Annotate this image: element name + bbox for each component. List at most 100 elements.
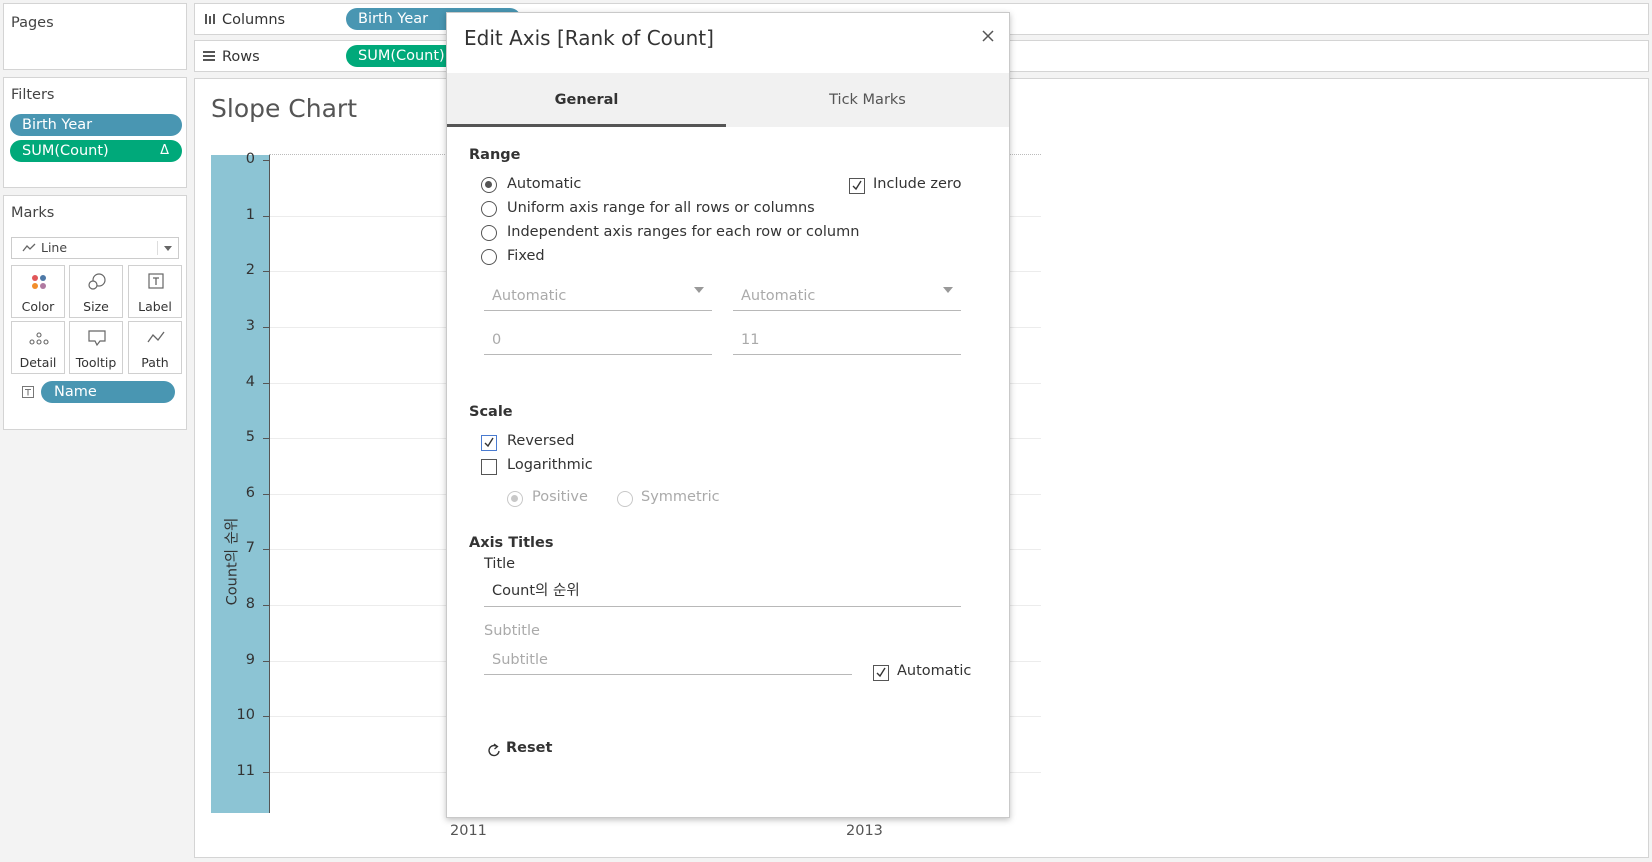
tab-general[interactable]: General [447, 73, 726, 127]
y-tick-mark [263, 493, 269, 495]
symmetric-label: Symmetric [641, 489, 720, 505]
positive-label: Positive [532, 489, 588, 505]
include-zero-label: Include zero [873, 176, 962, 192]
columns-label: Columns [222, 12, 286, 28]
pages-panel: Pages [3, 3, 187, 70]
dialog-title: Edit Axis [Rank of Count] [464, 26, 714, 50]
filter-pill-birth-year[interactable]: Birth Year [10, 114, 182, 136]
reversed-label: Reversed [507, 433, 575, 449]
marks-label-button[interactable]: Label [128, 265, 182, 318]
range-fixed-radio[interactable] [481, 249, 497, 265]
filters-title: Filters [11, 87, 55, 103]
subtitle-automatic-label: Automatic [897, 663, 972, 679]
marks-detail-button[interactable]: Detail [11, 321, 65, 374]
y-tick-label: 2 [245, 262, 255, 279]
filters-panel: Filters Birth Year SUM(Count) Δ [3, 77, 187, 188]
axis-titles-heading: Axis Titles [469, 535, 554, 551]
title-input-value: Count의 순위 [492, 583, 580, 599]
marks-detail-label: Detail [19, 355, 57, 370]
title-field-label: Title [484, 556, 516, 572]
subtitle-field-label: Subtitle [484, 623, 540, 639]
y-tick-label: 8 [245, 596, 255, 613]
delta-icon: Δ [160, 143, 169, 158]
marks-label-pill-name[interactable]: Name [41, 381, 175, 403]
range-end-mode-select[interactable]: Automatic [733, 275, 961, 311]
dropdown-divider [157, 241, 158, 255]
y-tick-mark [263, 326, 269, 328]
marks-color-label: Color [21, 299, 55, 314]
marks-tooltip-button[interactable]: Tooltip [69, 321, 123, 374]
x-tick-2013: 2013 [846, 823, 883, 839]
y-tick-label: 3 [245, 317, 255, 334]
marks-label-pill-text: Name [54, 384, 97, 400]
marks-color-button[interactable]: Color [11, 265, 65, 318]
range-start-mode-select[interactable]: Automatic [484, 275, 712, 311]
pages-title: Pages [11, 15, 54, 31]
reset-icon [488, 743, 500, 757]
size-icon [88, 273, 106, 290]
logarithmic-checkbox[interactable] [481, 459, 497, 475]
checkmark-icon [876, 667, 886, 678]
range-start-input[interactable]: 0 [484, 319, 712, 355]
filter-pill-label: SUM(Count) [22, 143, 109, 159]
chevron-down-icon [943, 287, 953, 293]
tab-tick-marks[interactable]: Tick Marks [726, 73, 1009, 127]
checkmark-icon [852, 180, 862, 191]
positive-radio[interactable] [507, 491, 523, 507]
y-tick-label: 10 [236, 707, 255, 724]
filter-pill-label: Birth Year [22, 117, 93, 133]
y-tick-mark [263, 772, 269, 773]
subtitle-automatic-checkbox[interactable] [873, 665, 889, 681]
y-tick-label: 5 [245, 429, 255, 446]
mark-type-value: Line [41, 240, 68, 255]
close-icon[interactable] [977, 25, 999, 47]
range-automatic-radio[interactable] [481, 177, 497, 193]
logarithmic-label: Logarithmic [507, 457, 593, 473]
y-tick-mark [263, 271, 269, 273]
reset-label: Reset [506, 740, 553, 756]
y-tick-mark [263, 382, 269, 384]
rows-pill-label: SUM(Count) [358, 48, 445, 64]
marks-path-button[interactable]: Path [128, 321, 182, 374]
y-tick-label: 9 [245, 651, 255, 668]
include-zero-checkbox[interactable] [849, 178, 865, 194]
y-tick-mark [263, 160, 269, 161]
y-tick-label: 11 [236, 763, 255, 779]
range-uniform-radio[interactable] [481, 201, 497, 217]
y-tick-mark [263, 605, 269, 607]
range-end-mode-value: Automatic [741, 288, 816, 304]
marks-panel: Marks Line Color Size Label Detail Toolt… [3, 195, 187, 430]
filter-pill-sum-count[interactable]: SUM(Count) Δ [10, 140, 182, 162]
rows-icon [203, 51, 215, 61]
edit-axis-dialog: Edit Axis [Rank of Count] General Tick M… [446, 12, 1010, 818]
chevron-down-icon [694, 287, 704, 293]
sheet-title: Slope Chart [211, 94, 358, 123]
range-automatic-label: Automatic [507, 176, 582, 192]
checkmark-icon [484, 437, 494, 448]
mark-type-dropdown[interactable]: Line [11, 237, 179, 259]
range-independent-radio[interactable] [481, 225, 497, 241]
y-tick-label: 4 [245, 373, 255, 390]
range-end-input[interactable]: 11 [733, 319, 961, 355]
chevron-down-icon [164, 246, 172, 251]
text-label-icon [148, 273, 164, 289]
path-icon [147, 331, 165, 343]
y-tick-label: 7 [245, 540, 255, 557]
marks-size-label: Size [83, 299, 109, 314]
marks-tooltip-label: Tooltip [75, 355, 117, 370]
y-tick-label: 1 [245, 206, 255, 223]
title-input[interactable]: Count의 순위 [484, 571, 961, 607]
symmetric-radio[interactable] [617, 491, 633, 507]
range-start-mode-value: Automatic [492, 288, 567, 304]
reversed-checkbox[interactable] [481, 435, 497, 451]
marks-size-button[interactable]: Size [69, 265, 123, 318]
y-tick-mark [263, 438, 269, 440]
y-tick-mark [263, 716, 269, 718]
marks-label-label: Label [138, 299, 172, 314]
scale-heading: Scale [469, 404, 513, 420]
y-tick-mark [263, 660, 269, 662]
marks-path-label: Path [141, 355, 169, 370]
subtitle-input[interactable]: Subtitle [484, 639, 852, 675]
color-icon [32, 275, 46, 289]
range-fixed-label: Fixed [507, 248, 545, 264]
